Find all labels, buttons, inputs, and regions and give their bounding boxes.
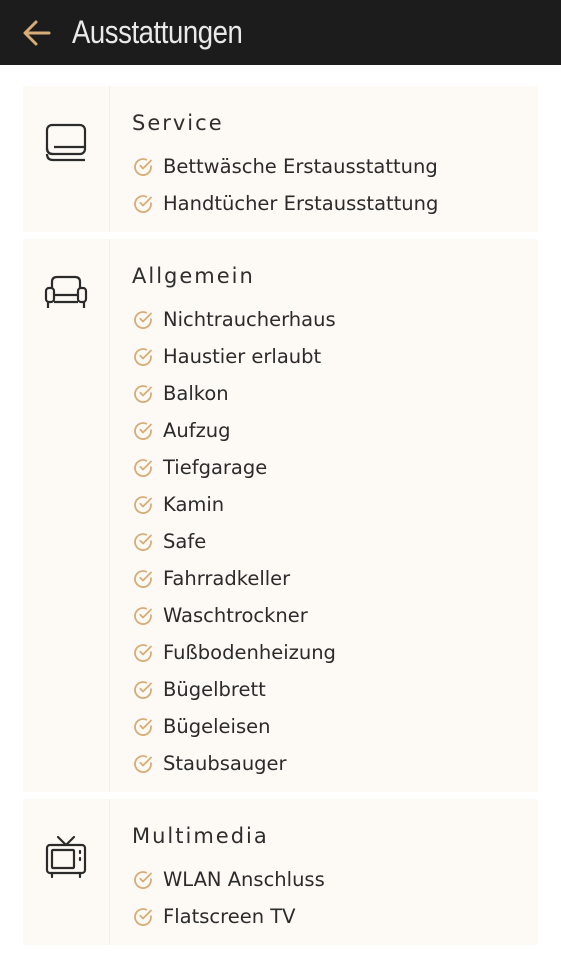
amenity-items: WLAN Anschluss Flatscreen TV <box>132 861 538 945</box>
check-circle-icon <box>132 906 154 928</box>
check-circle-icon <box>132 346 154 368</box>
amenity-label: Tiefgarage <box>163 456 268 479</box>
list-item: Balkon <box>132 375 538 412</box>
section-title: Service <box>132 111 224 135</box>
check-circle-icon <box>132 869 154 891</box>
section-title: Allgemein <box>132 264 255 288</box>
list-item: Safe <box>132 523 538 560</box>
check-circle-icon <box>132 568 154 590</box>
amenity-label: Nichtraucherhaus <box>163 308 336 331</box>
check-circle-icon <box>132 531 154 553</box>
list-item: Nichtraucherhaus <box>132 301 538 338</box>
check-circle-icon <box>132 156 154 178</box>
check-circle-icon <box>132 494 154 516</box>
list-item: Flatscreen TV <box>132 898 538 935</box>
amenity-items: Nichtraucherhaus Haustier erlaubt Balkon Au… <box>132 301 538 792</box>
section-list: Service Bettwäsche Erstausstattung Handtüc… <box>109 86 538 232</box>
check-circle-icon <box>132 420 154 442</box>
list-item: Tiefgarage <box>132 449 538 486</box>
list-item: Waschtrockner <box>132 597 538 634</box>
amenity-label: Haustier erlaubt <box>163 345 322 368</box>
section-list: Multimedia WLAN Anschluss Flatscreen TV <box>109 799 538 945</box>
amenity-label: Bügelbrett <box>163 678 266 701</box>
amenity-label: Kamin <box>163 493 225 516</box>
list-item: Handtücher Erstausstattung <box>132 185 538 222</box>
amenity-label: Safe <box>163 530 207 553</box>
linen-icon <box>45 122 87 232</box>
list-item: Staubsauger <box>132 745 538 782</box>
check-circle-icon <box>132 753 154 775</box>
amenity-label: Staubsauger <box>163 752 287 775</box>
list-item: Fußbodenheizung <box>132 634 538 671</box>
list-item: Bügelbrett <box>132 671 538 708</box>
check-circle-icon <box>132 193 154 215</box>
amenity-label: Balkon <box>163 382 229 405</box>
section-icon-column <box>23 799 109 945</box>
amenity-label: WLAN Anschluss <box>163 868 325 891</box>
list-item: WLAN Anschluss <box>132 861 538 898</box>
check-circle-icon <box>132 642 154 664</box>
armchair-icon <box>44 275 88 792</box>
section-service: Service Bettwäsche Erstausstattung Handtüc… <box>23 86 538 239</box>
list-item: Bettwäsche Erstausstattung <box>132 148 538 185</box>
page-title: Ausstattungen <box>72 14 243 50</box>
app-header: Ausstattungen <box>0 0 561 65</box>
check-circle-icon <box>132 605 154 627</box>
list-item: Bügeleisen <box>132 708 538 745</box>
check-circle-icon <box>132 716 154 738</box>
list-item: Aufzug <box>132 412 538 449</box>
check-circle-icon <box>132 309 154 331</box>
arrow-left-icon <box>23 20 51 45</box>
section-icon-column <box>23 239 109 792</box>
amenity-label: Bettwäsche Erstausstattung <box>163 155 438 178</box>
section-allgemein: Allgemein Nichtraucherhaus Haustier erlaub… <box>23 239 538 799</box>
section-list: Allgemein Nichtraucherhaus Haustier erlaub… <box>109 239 538 792</box>
section-title: Multimedia <box>132 824 269 848</box>
amenity-label: Fahrradkeller <box>163 567 291 590</box>
section-multimedia: Multimedia WLAN Anschluss Flatscreen TV <box>23 799 538 952</box>
list-item: Fahrradkeller <box>132 560 538 597</box>
amenity-label: Fußbodenheizung <box>163 641 336 664</box>
amenity-label: Waschtrockner <box>163 604 308 627</box>
check-circle-icon <box>132 383 154 405</box>
amenity-items: Bettwäsche Erstausstattung Handtücher Ers… <box>132 148 538 232</box>
amenity-label: Handtücher Erstausstattung <box>163 192 439 215</box>
tv-icon <box>45 835 87 945</box>
amenity-label: Aufzug <box>163 419 231 442</box>
check-circle-icon <box>132 679 154 701</box>
amenity-label: Flatscreen TV <box>163 905 296 928</box>
check-circle-icon <box>132 457 154 479</box>
amenities-list: Service Bettwäsche Erstausstattung Handtüc… <box>23 86 538 952</box>
amenity-label: Bügeleisen <box>163 715 271 738</box>
list-item: Haustier erlaubt <box>132 338 538 375</box>
section-icon-column <box>23 86 109 232</box>
list-item: Kamin <box>132 486 538 523</box>
back-button[interactable] <box>22 18 52 48</box>
